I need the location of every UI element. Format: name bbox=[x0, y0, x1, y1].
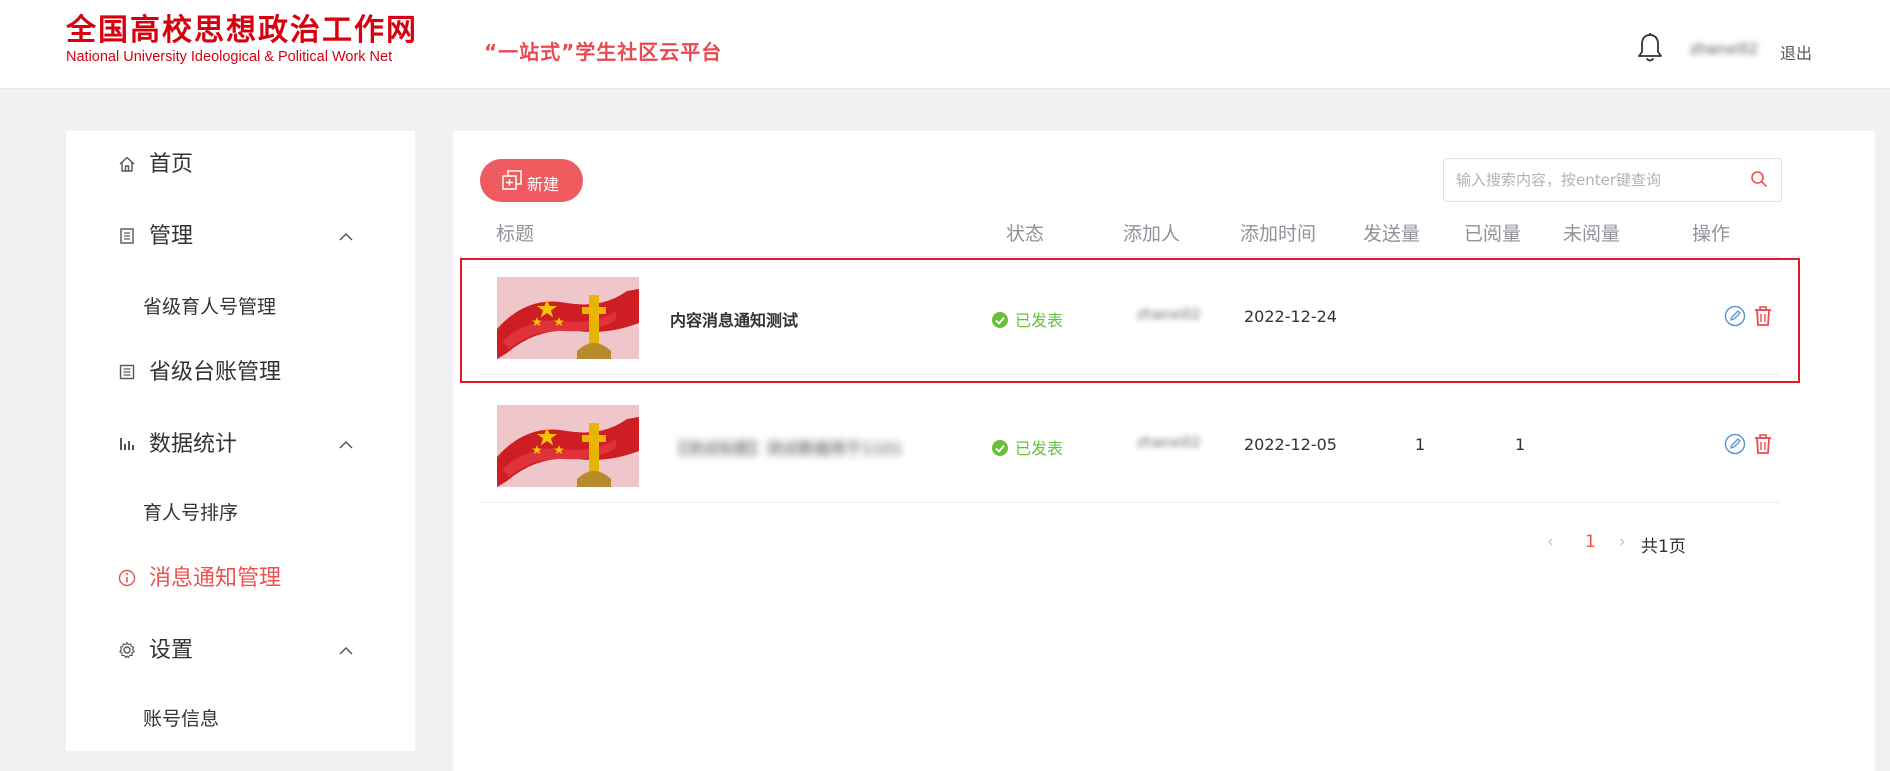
top-header: 全国高校思想政治工作网 National University Ideologi… bbox=[0, 0, 1890, 89]
row-date: 2022-12-05 bbox=[1244, 435, 1337, 454]
search-box bbox=[1443, 158, 1782, 202]
chevron-up-icon[interactable] bbox=[338, 437, 354, 453]
sidebar-item-label: 消息通知管理 bbox=[149, 566, 282, 591]
platform-title: “一站式”学生社区云平台 bbox=[484, 40, 723, 64]
column-header-actions: 操作 bbox=[1692, 223, 1731, 245]
list-icon bbox=[119, 364, 135, 380]
row-adder: zhanxi02 bbox=[1137, 307, 1201, 323]
bar-chart-icon bbox=[120, 438, 134, 450]
row-divider bbox=[480, 374, 1780, 375]
delete-icon[interactable] bbox=[1752, 433, 1774, 455]
new-button[interactable]: 新建 bbox=[480, 159, 583, 202]
bell-icon[interactable] bbox=[1636, 32, 1664, 64]
pagination-prev-button[interactable]: ‹ bbox=[1547, 532, 1554, 552]
check-circle-icon bbox=[992, 440, 1008, 456]
thumbnail-image bbox=[497, 405, 639, 487]
username-label: zhanxi02 bbox=[1690, 40, 1759, 58]
row-adder: zhanxi02 bbox=[1137, 435, 1201, 451]
sidebar-subitem-label: 育人号排序 bbox=[143, 502, 239, 524]
gear-icon bbox=[119, 641, 135, 659]
sidebar-nav: 首页 管理 省级育人号管理 省级台账管理 数据统计 育人号排序 消息通知管理 设… bbox=[66, 131, 415, 751]
new-button-label: 新建 bbox=[527, 175, 560, 194]
column-header-title: 标题 bbox=[496, 223, 535, 245]
check-circle-icon bbox=[992, 312, 1008, 328]
column-header-read: 已阅量 bbox=[1464, 223, 1522, 245]
pagination-current-page[interactable]: 1 bbox=[1585, 532, 1596, 552]
search-input[interactable] bbox=[1454, 168, 1748, 192]
document-icon bbox=[120, 228, 134, 244]
edit-icon[interactable] bbox=[1724, 305, 1746, 327]
site-logo[interactable]: 全国高校思想政治工作网 National University Ideologi… bbox=[66, 13, 418, 66]
sidebar-subitem-label: 账号信息 bbox=[143, 708, 220, 730]
add-icon bbox=[502, 170, 522, 190]
column-header-adder: 添加人 bbox=[1123, 223, 1181, 245]
pagination-next-button[interactable]: › bbox=[1619, 532, 1626, 552]
chevron-up-icon[interactable] bbox=[338, 643, 354, 659]
column-header-unread: 未阅量 bbox=[1563, 223, 1621, 245]
table-row[interactable]: 内容消息通知测试 已发表 zhanxi02 2022-12-24 bbox=[480, 257, 1780, 375]
sidebar-subitem-label: 省级育人号管理 bbox=[143, 296, 277, 318]
row-title[interactable]: 【测试标题】测试数据用于1101 bbox=[670, 435, 903, 459]
sidebar-item-label: 设置 bbox=[149, 638, 194, 663]
table-row[interactable]: 【测试标题】测试数据用于1101 已发表 zhanxi02 2022-12-05… bbox=[480, 385, 1780, 503]
sidebar-item-message[interactable]: 消息通知管理 bbox=[66, 557, 415, 601]
edit-icon[interactable] bbox=[1724, 433, 1746, 455]
sidebar-item-label: 省级台账管理 bbox=[149, 360, 282, 385]
logo-chinese-text: 全国高校思想政治工作网 bbox=[66, 13, 418, 48]
thumbnail-image bbox=[497, 277, 639, 359]
row-date: 2022-12-24 bbox=[1244, 307, 1337, 326]
search-icon[interactable] bbox=[1750, 170, 1768, 188]
column-header-date: 添加时间 bbox=[1240, 223, 1317, 245]
delete-icon[interactable] bbox=[1752, 305, 1774, 327]
column-header-status: 状态 bbox=[1006, 223, 1045, 245]
chevron-up-icon[interactable] bbox=[338, 229, 354, 245]
sidebar-item-label: 首页 bbox=[149, 152, 194, 177]
status-badge: 已发表 bbox=[991, 307, 1063, 331]
row-read-count: 1 bbox=[1515, 435, 1526, 454]
logo-english-text: National University Ideological & Politi… bbox=[66, 49, 393, 65]
logout-link[interactable]: 退出 bbox=[1780, 40, 1812, 64]
status-badge: 已发表 bbox=[991, 435, 1063, 459]
sidebar-item-stats[interactable]: 数据统计 bbox=[66, 423, 415, 467]
sidebar-item-label: 管理 bbox=[149, 224, 194, 249]
info-icon bbox=[118, 569, 136, 587]
status-text: 已发表 bbox=[1015, 311, 1064, 330]
sidebar-subitem-account-info[interactable]: 账号信息 bbox=[66, 695, 415, 735]
sidebar-item-home[interactable]: 首页 bbox=[66, 143, 415, 187]
home-icon bbox=[119, 156, 135, 172]
row-title[interactable]: 内容消息通知测试 bbox=[670, 307, 798, 331]
sidebar-item-ledger[interactable]: 省级台账管理 bbox=[66, 351, 415, 395]
sidebar-subitem-provincial-account[interactable]: 省级育人号管理 bbox=[66, 283, 415, 323]
sidebar-item-label: 数据统计 bbox=[149, 432, 238, 457]
status-text: 已发表 bbox=[1015, 439, 1064, 458]
row-sent-count: 1 bbox=[1415, 435, 1426, 454]
main-panel: 新建 标题 状态 添加人 添加时间 发送量 已阅量 未阅量 操作 bbox=[453, 131, 1875, 771]
sidebar-item-manage[interactable]: 管理 bbox=[66, 215, 415, 259]
row-divider bbox=[480, 502, 1780, 503]
column-header-sent: 发送量 bbox=[1363, 223, 1421, 245]
pagination-total: 共1页 bbox=[1641, 537, 1686, 557]
sidebar-subitem-ranking[interactable]: 育人号排序 bbox=[66, 489, 415, 529]
sidebar-item-settings[interactable]: 设置 bbox=[66, 629, 415, 673]
